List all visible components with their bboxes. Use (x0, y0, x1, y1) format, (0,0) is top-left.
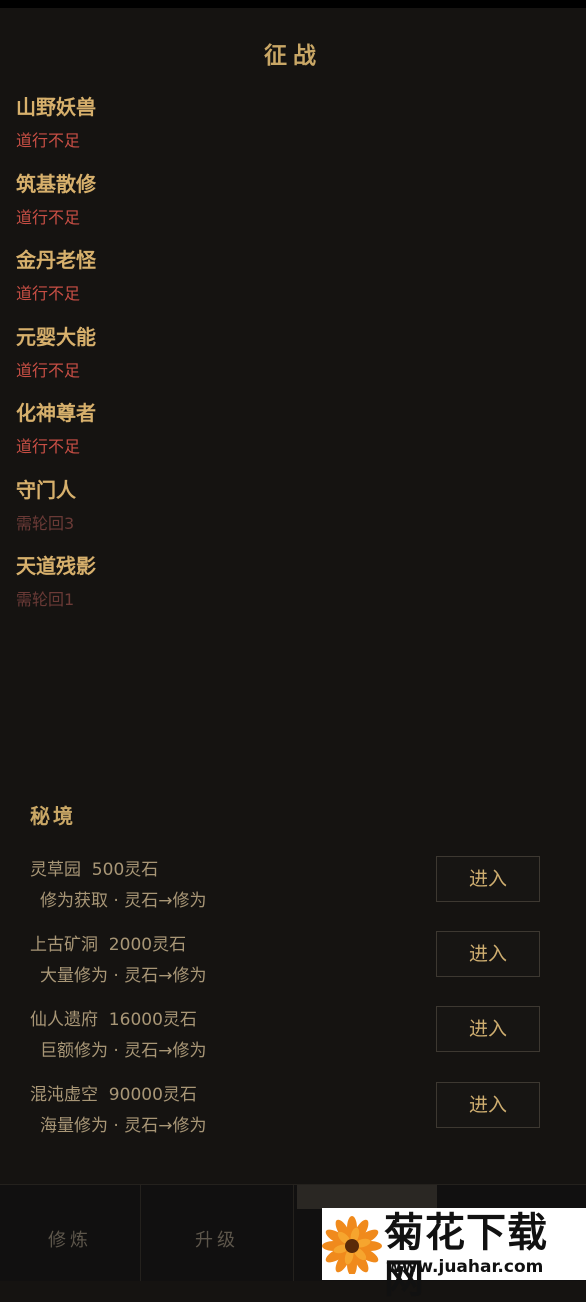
enemy-item[interactable]: 金丹老怪 道行不足 (16, 245, 416, 322)
enemy-status: 需轮回1 (16, 590, 75, 609)
realm-item: 混沌虚空 90000灵石 海量修为 · 灵石→修为 进入 (0, 1082, 586, 1153)
status-bar (0, 0, 586, 8)
nav-tab-battle[interactable] (297, 1185, 437, 1209)
realm-desc: 大量修为 · 灵石→修为 (40, 966, 207, 986)
enemy-name: 金丹老怪 (16, 248, 96, 272)
enter-button[interactable]: 进入 (436, 1006, 540, 1052)
enemy-status: 道行不足 (16, 360, 81, 380)
enemy-name: 筑基散修 (16, 171, 96, 196)
flower-logo-icon (322, 1216, 382, 1274)
enemy-name: 守门人 (16, 477, 76, 502)
enemy-item[interactable]: 天道残影 需轮回1 (16, 551, 416, 628)
enemy-status: 道行不足 (16, 437, 81, 456)
enemy-name: 天道残影 (16, 554, 96, 578)
enemy-list: 山野妖兽 道行不足 筑基散修 道行不足 金丹老怪 道行不足 元婴大能 道行不足 … (16, 92, 416, 628)
realm-desc: 海量修为 · 灵石→修为 (40, 1116, 207, 1136)
enemy-status: 道行不足 (16, 207, 81, 227)
secret-realm-title: 秘境 (30, 804, 76, 828)
enemy-item[interactable]: 守门人 需轮回3 (16, 475, 416, 552)
realm-name: 混沌虚空 90000灵石 (30, 1085, 197, 1105)
realm-item: 灵草园 500灵石 修为获取 · 灵石→修为 进入 (0, 856, 586, 928)
realm-name: 仙人遗府 16000灵石 (30, 1010, 197, 1030)
enemy-status: 道行不足 (16, 284, 81, 303)
realm-desc: 巨额修为 · 灵石→修为 (40, 1041, 207, 1061)
enemy-item[interactable]: 元婴大能 道行不足 (16, 322, 416, 399)
realm-item: 仙人遗府 16000灵石 巨额修为 · 灵石→修为 进入 (0, 1006, 586, 1078)
enemy-item[interactable]: 化神尊者 道行不足 (16, 398, 416, 475)
enemy-item[interactable]: 筑基散修 道行不足 (16, 169, 416, 246)
realm-item: 上古矿洞 2000灵石 大量修为 · 灵石→修为 进入 (0, 931, 586, 1003)
enter-button[interactable]: 进入 (436, 931, 540, 977)
enemy-status: 道行不足 (16, 131, 81, 150)
page-title: 征战 (264, 43, 322, 69)
realm-name: 上古矿洞 2000灵石 (30, 935, 187, 955)
enemy-name: 元婴大能 (16, 324, 96, 349)
nav-tab-cultivate[interactable]: 修炼 (0, 1185, 140, 1281)
watermark-url: www.juahar.com (386, 1257, 544, 1277)
enemy-name: 化神尊者 (16, 401, 96, 425)
enemy-name: 山野妖兽 (16, 95, 96, 119)
nav-divider (293, 1185, 294, 1281)
enter-button[interactable]: 进入 (436, 1082, 540, 1128)
enemy-status: 需轮回3 (16, 513, 75, 533)
realm-name: 灵草园 500灵石 (30, 860, 159, 880)
watermark: 菊花下载网 www.juahar.com (322, 1208, 586, 1302)
realm-desc: 修为获取 · 灵石→修为 (40, 891, 207, 911)
nav-tab-upgrade[interactable]: 升级 (141, 1185, 293, 1281)
enter-button[interactable]: 进入 (436, 856, 540, 902)
enemy-item[interactable]: 山野妖兽 道行不足 (16, 92, 416, 169)
